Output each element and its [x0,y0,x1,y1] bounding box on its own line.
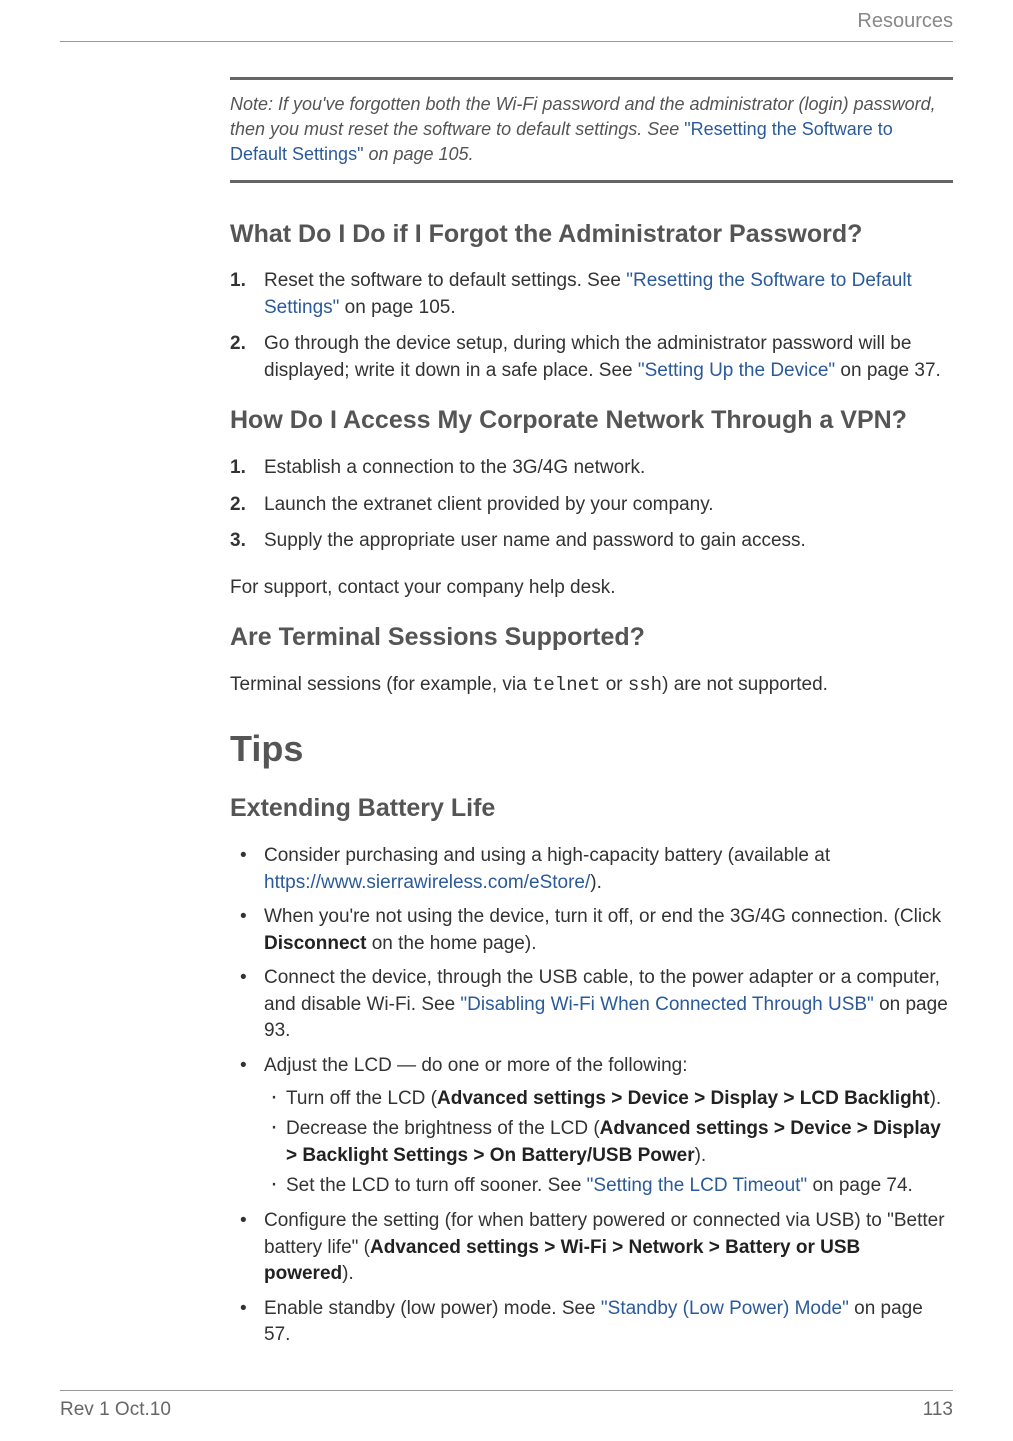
list-text: on page 37. [835,360,941,381]
footer-revision: Rev 1 Oct.10 [60,1399,171,1421]
bullet-list-tips: Consider purchasing and using a high-cap… [230,843,953,1349]
heading-extending-battery: Extending Battery Life [230,792,953,825]
heading-tips: Tips [230,728,953,770]
text: Decrease the brightness of the LCD ( [286,1118,600,1139]
note-box: Note: If you've forgotten both the Wi-Fi… [230,77,953,183]
sub-list: Turn off the LCD (Advanced settings > De… [264,1086,953,1200]
list-item: Connect the device, through the USB cabl… [264,965,953,1045]
ordered-list-section2: Establish a connection to the 3G/4G netw… [230,455,953,555]
text: ). [342,1263,354,1284]
text: Adjust the LCD — do one or more of the f… [264,1055,688,1076]
content-area: Note: If you've forgotten both the Wi-Fi… [230,42,953,1349]
note-suffix: on page 105. [363,144,473,164]
ordered-list-section1: Reset the software to default settings. … [230,268,953,384]
list-text: Reset the software to default settings. … [264,270,626,291]
text: or [600,674,627,695]
cross-ref-link[interactable]: "Setting Up the Device" [638,360,835,381]
text: Consider purchasing and using a high-cap… [264,845,830,866]
list-item: Configure the setting (for when battery … [264,1208,953,1288]
text: When you're not using the device, turn i… [264,906,941,927]
paragraph: Terminal sessions (for example, via teln… [230,672,953,699]
text: ). [930,1088,942,1109]
cross-ref-link[interactable]: "Disabling Wi-Fi When Connected Through … [460,994,873,1015]
text: ). [695,1145,707,1166]
list-item: Enable standby (low power) mode. See "St… [264,1296,953,1349]
text: on the home page). [366,933,536,954]
cross-ref-link[interactable]: "Standby (Low Power) Mode" [601,1298,849,1319]
section-header: Resources [60,10,953,42]
heading-terminal-sessions: Are Terminal Sessions Supported? [230,621,953,654]
text: Set the LCD to turn off sooner. See [286,1175,587,1196]
list-item: Set the LCD to turn off sooner. See "Set… [286,1173,953,1200]
heading-forgot-admin-password: What Do I Do if I Forgot the Administrat… [230,218,953,251]
note-text: Note: If you've forgotten both the Wi-Fi… [230,94,936,164]
list-item: Decrease the brightness of the LCD (Adva… [286,1116,953,1169]
text: Terminal sessions (for example, via [230,674,532,695]
list-item: Establish a connection to the 3G/4G netw… [264,455,953,482]
text: on page 74. [807,1175,913,1196]
text: Turn off the LCD ( [286,1088,437,1109]
page-footer: Rev 1 Oct.10 113 [60,1390,953,1421]
ui-path: Advanced settings > Device > Display > L… [437,1088,930,1109]
list-item: Reset the software to default settings. … [264,268,953,321]
list-item: Supply the appropriate user name and pas… [264,528,953,555]
list-item: Go through the device setup, during whic… [264,331,953,384]
list-item: When you're not using the device, turn i… [264,904,953,957]
text: ). [590,872,602,893]
footer-page-number: 113 [923,1399,953,1421]
external-link[interactable]: https://www.sierrawireless.com/eStore/ [264,872,590,893]
list-item: Launch the extranet client provided by y… [264,492,953,519]
code-text: telnet [532,674,600,696]
text: ) are not supported. [662,674,828,695]
ui-label: Disconnect [264,933,366,954]
list-item: Turn off the LCD (Advanced settings > De… [286,1086,953,1113]
paragraph: For support, contact your company help d… [230,575,953,602]
list-text: on page 105. [339,297,455,318]
heading-vpn-access: How Do I Access My Corporate Network Thr… [230,404,953,437]
code-text: ssh [628,674,662,696]
list-item: Consider purchasing and using a high-cap… [264,843,953,896]
cross-ref-link[interactable]: "Setting the LCD Timeout" [587,1175,808,1196]
document-page: Resources Note: If you've forgotten both… [0,0,1013,1441]
list-item: Adjust the LCD — do one or more of the f… [264,1053,953,1200]
text: Enable standby (low power) mode. See [264,1298,601,1319]
